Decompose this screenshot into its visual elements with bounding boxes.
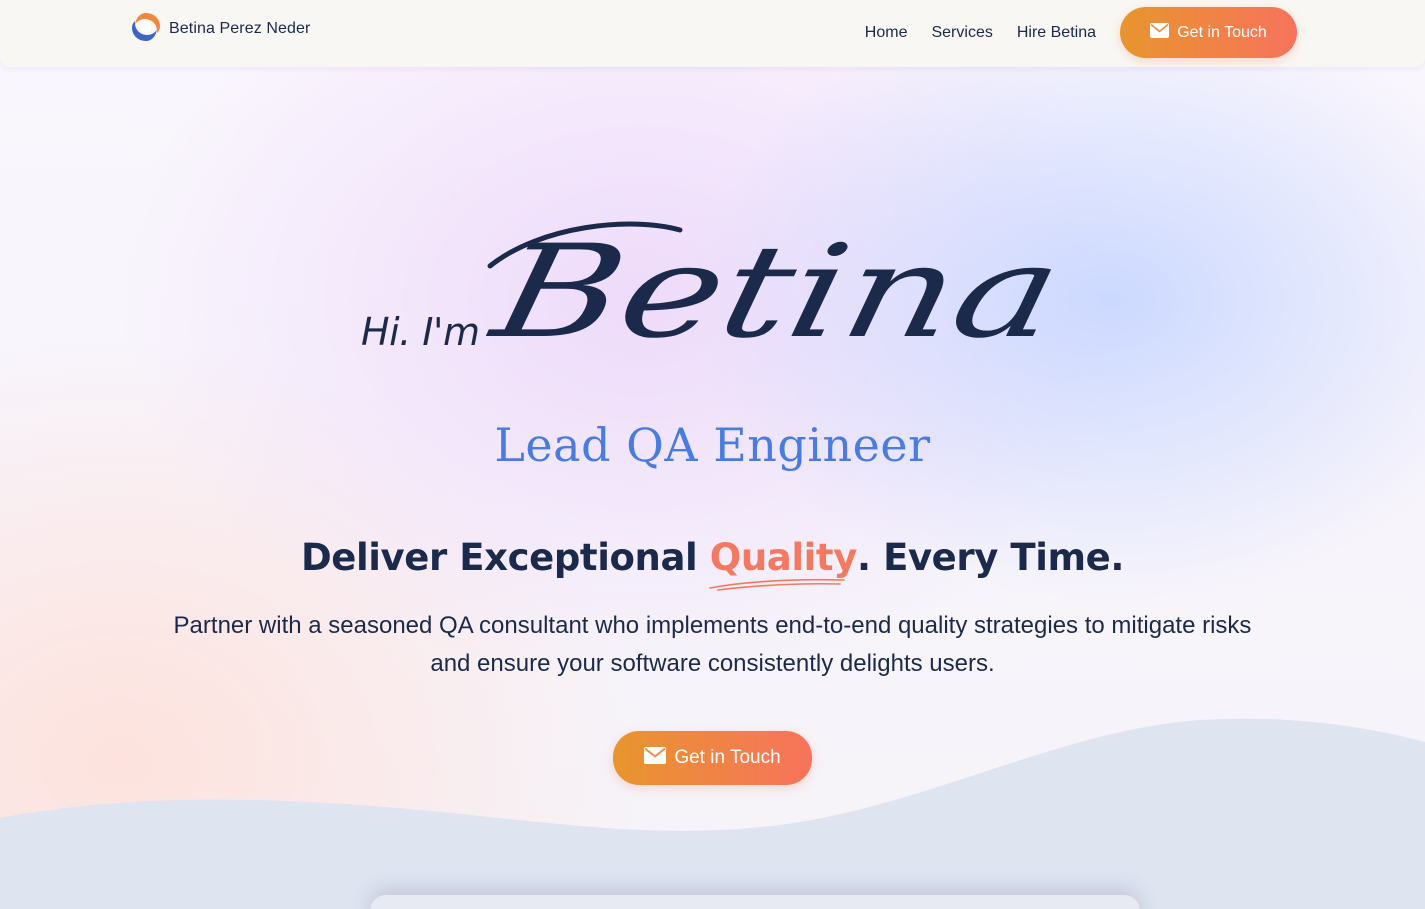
hero-role: Lead QA Engineer	[494, 418, 931, 472]
nav-home[interactable]: Home	[865, 24, 908, 42]
tagline-highlight-text: Quality	[709, 536, 858, 579]
hero-script-name-text: Betina	[480, 217, 1060, 366]
hero-tagline: Deliver Exceptional Quality. Every Time.	[0, 536, 1425, 591]
nav-services[interactable]: Services	[931, 24, 992, 42]
brand-name: Betina Perez Neder	[169, 20, 311, 37]
tagline-post: . Every Time.	[856, 536, 1125, 579]
hero-cta-label: Get in Touch	[674, 747, 781, 768]
header-cta-label: Get in Touch	[1177, 23, 1267, 41]
section-card-edge	[370, 895, 1140, 909]
header-get-in-touch-button[interactable]: Get in Touch	[1120, 7, 1297, 58]
hero-get-in-touch-button[interactable]: Get in Touch	[613, 731, 812, 785]
envelope-icon	[644, 746, 667, 770]
hero-intro: Partner with a seasoned QA consultant wh…	[173, 612, 1252, 677]
tagline-pre: Deliver Exceptional	[300, 536, 710, 579]
hero-greeting: Hi. I'm	[361, 310, 480, 354]
site-header: Betina Perez Neder Home Services Hire Be…	[0, 0, 1425, 67]
brand[interactable]: Betina Perez Neder	[130, 11, 311, 48]
logo-swirl-icon	[130, 11, 162, 48]
envelope-icon	[1150, 22, 1170, 43]
tagline-highlight: Quality	[708, 536, 858, 591]
nav-hire-betina[interactable]: Hire Betina	[1017, 24, 1096, 42]
underline-swash-icon	[708, 578, 845, 591]
page: Betina Perez Neder Home Services Hire Be…	[0, 0, 1425, 909]
hero-script-name: Betina	[480, 217, 1060, 366]
main-nav: Home Services Hire Betina Get in Touch	[865, 7, 1297, 58]
